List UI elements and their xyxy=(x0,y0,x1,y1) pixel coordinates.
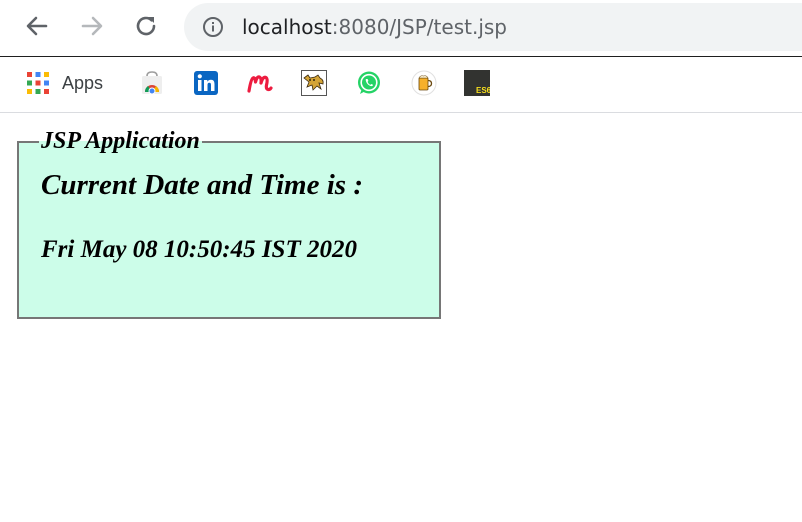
forward-arrow-icon xyxy=(81,16,103,36)
address-bar[interactable]: localhost:8080/JSP/test.jsp xyxy=(184,3,802,51)
tomcat-icon xyxy=(301,70,327,96)
jsp-application-panel: JSP Application Current Date and Time is… xyxy=(17,128,441,319)
panel-legend: JSP Application xyxy=(41,128,200,154)
info-icon[interactable] xyxy=(202,16,224,38)
bookmark-meetup[interactable] xyxy=(247,69,273,97)
linkedin-icon xyxy=(194,71,218,95)
bookmarks-bar: Apps ES6 xyxy=(0,57,802,113)
browser-toolbar: localhost:8080/JSP/test.jsp xyxy=(0,0,802,57)
bookmark-es6[interactable]: ES6 xyxy=(464,69,490,97)
es6-icon: ES6 xyxy=(464,70,490,96)
url-text[interactable]: localhost:8080/JSP/test.jsp xyxy=(242,15,507,39)
bookmark-tomcat[interactable] xyxy=(301,69,327,97)
meetup-icon xyxy=(247,75,273,93)
es6-label: ES6 xyxy=(476,86,490,95)
date-time-heading: Current Date and Time is : xyxy=(41,169,363,201)
bookmark-linkedin[interactable] xyxy=(193,69,219,97)
back-button[interactable] xyxy=(21,10,53,42)
url-host: localhost xyxy=(242,15,332,39)
reload-button[interactable] xyxy=(130,10,162,42)
current-datetime: Fri May 08 10:50:45 IST 2020 xyxy=(41,236,357,263)
bookmark-whatsapp[interactable] xyxy=(356,69,382,97)
bookmark-apps[interactable]: Apps xyxy=(26,69,103,97)
url-path: :8080/JSP/test.jsp xyxy=(331,15,507,39)
reload-icon xyxy=(136,16,156,36)
chrome-web-store-icon xyxy=(142,71,162,95)
forward-button[interactable] xyxy=(76,10,108,42)
bookmark-beer[interactable] xyxy=(411,69,437,97)
back-arrow-icon xyxy=(26,16,48,36)
beer-mug-icon xyxy=(411,70,437,96)
apps-label: Apps xyxy=(62,72,104,93)
whatsapp-icon xyxy=(358,71,380,94)
bookmark-chrome-web-store[interactable] xyxy=(139,69,165,97)
apps-grid-icon xyxy=(27,72,49,94)
